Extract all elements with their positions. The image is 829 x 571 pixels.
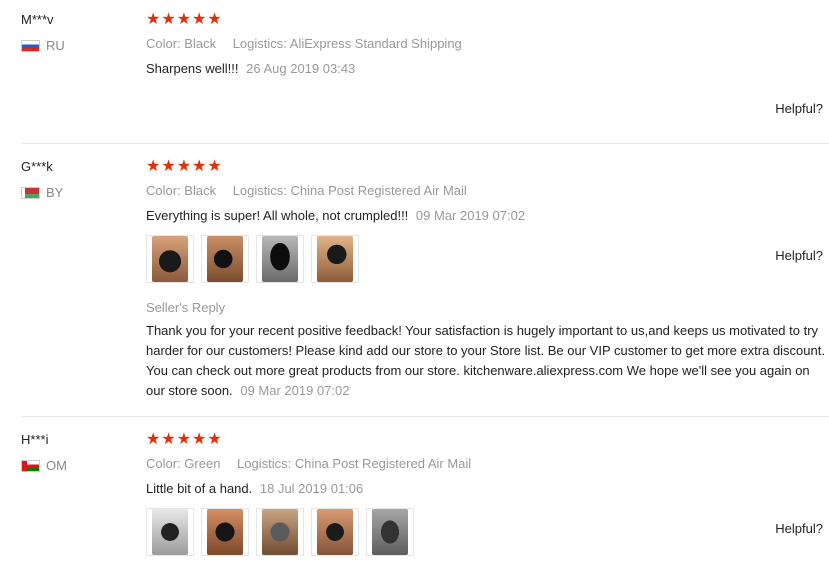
country-code: BY xyxy=(46,185,64,200)
review-date: 09 Mar 2019 07:02 xyxy=(415,208,526,223)
review-photo-thumbnail[interactable] xyxy=(146,508,194,556)
review-photo-thumbnail[interactable] xyxy=(311,235,359,283)
review-meta: Color: Green Logistics: China Post Regis… xyxy=(146,456,484,471)
logistics-info: Logistics: AliExpress Standard Shipping xyxy=(232,36,462,51)
belarus-flag-icon xyxy=(21,186,40,199)
review-meta: Color: Black Logistics: China Post Regis… xyxy=(146,183,480,198)
review-content: Everything is super! All whole, not crum… xyxy=(146,208,409,223)
helpful-button[interactable]: Helpful? xyxy=(775,248,823,263)
review-photo-thumbnail[interactable] xyxy=(256,235,304,283)
review-photo-thumbnail[interactable] xyxy=(201,508,249,556)
reviewer-country: BY xyxy=(21,185,63,200)
review-divider xyxy=(21,143,829,144)
review-meta: Color: Black Logistics: AliExpress Stand… xyxy=(146,36,475,51)
helpful-button[interactable]: Helpful? xyxy=(775,521,823,536)
review-photo-thumbnail[interactable] xyxy=(146,235,194,283)
logistics-info: Logistics: China Post Registered Air Mai… xyxy=(232,183,467,198)
review-photo-thumbnail[interactable] xyxy=(366,508,414,556)
review-photo-thumbnail[interactable] xyxy=(201,235,249,283)
review-date: 26 Aug 2019 03:43 xyxy=(246,61,356,76)
review-content: Little bit of a hand. xyxy=(146,481,253,496)
reviewer-name: G***k xyxy=(21,159,53,174)
seller-reply-label: Seller's Reply xyxy=(146,300,226,315)
review-photos xyxy=(146,508,421,556)
product-color: Color: Black xyxy=(146,183,217,198)
product-color: Color: Black xyxy=(146,36,217,51)
review-content: Sharpens well!!! xyxy=(146,61,239,76)
country-code: OM xyxy=(46,458,67,473)
logistics-info: Logistics: China Post Registered Air Mai… xyxy=(237,456,472,471)
helpful-button[interactable]: Helpful? xyxy=(775,101,823,116)
star-rating: ★★★★★ xyxy=(146,158,223,175)
star-rating: ★★★★★ xyxy=(146,431,223,448)
reviewer-name: H***i xyxy=(21,432,49,447)
product-color: Color: Green xyxy=(146,456,221,471)
star-rating: ★★★★★ xyxy=(146,11,223,28)
review-text: Everything is super! All whole, not crum… xyxy=(146,208,525,223)
reviewer-country: OM xyxy=(21,458,67,473)
russia-flag-icon xyxy=(21,39,40,52)
review-photos xyxy=(146,235,366,283)
review-text: Little bit of a hand. 18 Jul 2019 01:06 xyxy=(146,481,363,496)
reviewer-country: RU xyxy=(21,38,65,53)
seller-reply-date: 09 Mar 2019 07:02 xyxy=(240,383,350,398)
country-code: RU xyxy=(46,38,65,53)
review-date: 18 Jul 2019 01:06 xyxy=(259,481,364,496)
review-divider xyxy=(21,416,829,417)
seller-reply-text: Thank you for your recent positive feedb… xyxy=(146,321,826,401)
oman-flag-icon xyxy=(21,459,40,472)
reviewer-name: M***v xyxy=(21,12,54,27)
review-photo-thumbnail[interactable] xyxy=(311,508,359,556)
review-photo-thumbnail[interactable] xyxy=(256,508,304,556)
review-text: Sharpens well!!! 26 Aug 2019 03:43 xyxy=(146,61,355,76)
